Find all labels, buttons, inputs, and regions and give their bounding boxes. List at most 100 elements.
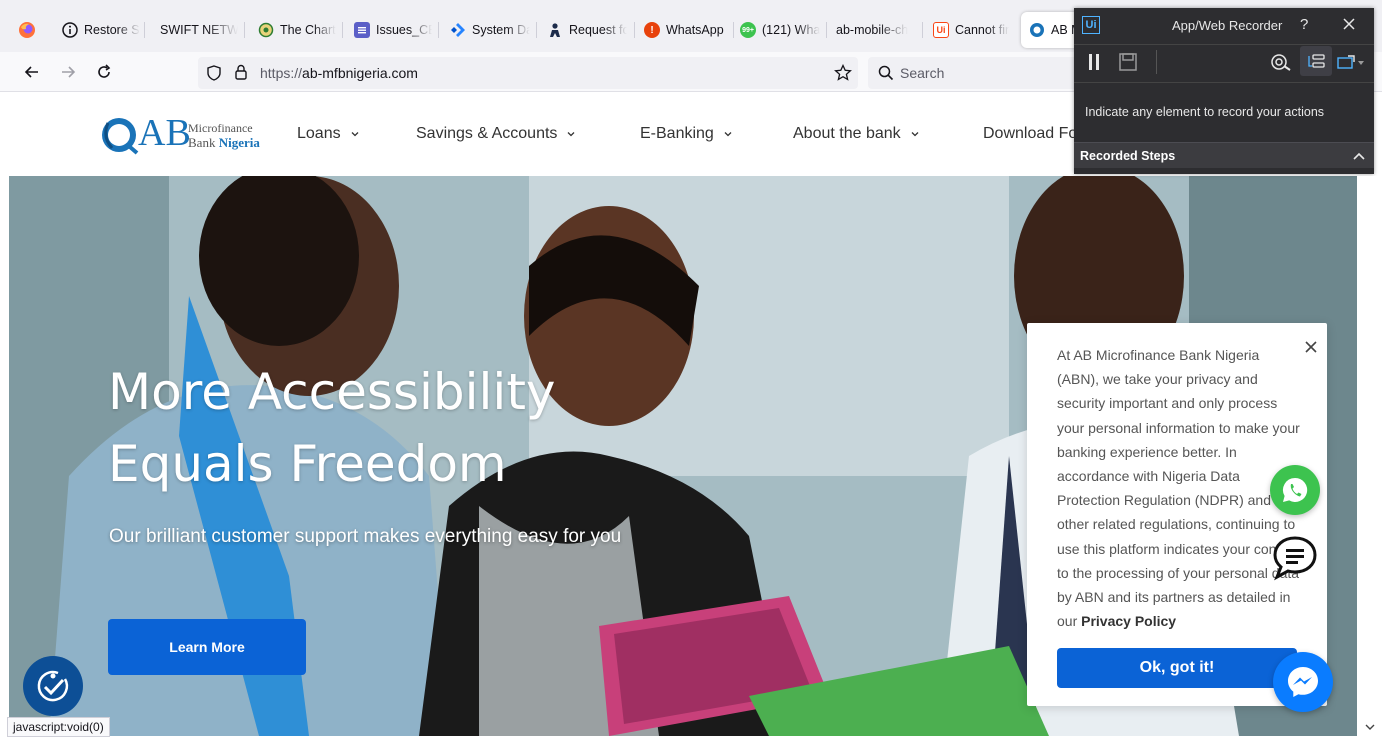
tab-separator [438,22,439,38]
logo-line2-bank: Bank [188,135,219,150]
teams-icon [354,22,370,38]
ab-logo-icon [1029,22,1045,38]
hero-title-line1: More Accessibility [108,363,556,421]
cookie-body: At AB Microfinance Bank Nigeria (ABN), w… [1057,347,1303,630]
search-placeholder: Search [900,65,945,81]
hero-title-line2: Equals Freedom [108,435,507,493]
privacy-policy-link[interactable]: Privacy Policy [1081,613,1176,629]
chevron-up-icon [1353,152,1365,160]
accessibility-icon [37,670,69,702]
tab-separator [634,22,635,38]
recorder-hint: Indicate any element to record your acti… [1085,105,1325,119]
ab-logo[interactable]: AB Microfinance Bank Nigeria [100,112,260,155]
menu-download-forms[interactable]: Download Fo [983,125,1077,143]
tab-separator [342,22,343,38]
tab-separator [826,22,827,38]
alert-icon: ! [644,22,660,38]
tab-restore-session[interactable]: Restore Se [58,12,140,48]
reload-icon [98,64,111,78]
logo-line2: Bank Nigeria [188,135,260,151]
pause-icon[interactable] [1087,52,1101,72]
chevron-down-icon [351,132,359,137]
bottom-strip [0,736,1357,744]
live-chat-button[interactable] [1270,532,1320,582]
vertical-scrollbar[interactable] [1357,176,1382,744]
help-button[interactable]: ? [1300,16,1308,33]
tab-separator [922,22,923,38]
menu-loans[interactable]: Loans [297,125,359,143]
chevron-down-icon [724,132,732,137]
shield-icon[interactable] [206,65,222,81]
chevron-down-icon [911,132,919,137]
app-web-recorder-panel: Ui App/Web Recorder ? Indicate any eleme… [1074,8,1374,174]
messenger-button[interactable] [1273,652,1333,712]
ab-globe-logo-icon [102,118,139,155]
accept-cookies-button[interactable]: Ok, got it! [1057,648,1297,688]
tab-swift-network[interactable]: SWIFT NETWC [156,12,238,48]
whatsapp-chat-button[interactable] [1270,465,1320,515]
tab-label: The Chart [280,23,336,37]
tab-cannot-find[interactable]: Ui Cannot fir [929,12,1013,48]
tab-whatsapp-alert[interactable]: ! WhatsApp [640,12,726,48]
bookmark-star-icon[interactable] [834,64,852,82]
menu-label: E-Banking [640,125,714,142]
jira-icon [450,22,466,38]
menu-about-the-bank[interactable]: About the bank [793,125,919,143]
url-host: ab-mfbnigeria.com [302,65,418,81]
arrow-left-icon [24,66,38,78]
accessibility-button[interactable] [23,656,83,716]
tab-label: Cannot fir [955,23,1010,37]
steps-view-toggle[interactable] [1300,46,1332,76]
logo-line1: Microfinance [188,121,253,135]
tab-label: SWIFT NETWC [160,23,238,37]
recorded-steps-header[interactable]: Recorded Steps [1074,142,1374,168]
tab-system-dashboard[interactable]: System Da [446,12,530,48]
save-icon[interactable] [1118,52,1138,72]
recorder-title: App/Web Recorder [1172,18,1283,33]
cookie-consent-popup: At AB Microfinance Bank Nigeria (ABN), w… [1027,323,1327,706]
logo-letters: AB [138,112,191,154]
menu-e-banking[interactable]: E-Banking [640,125,732,143]
tab-label: System Da [472,23,530,37]
tab-issues-cbi[interactable]: Issues_CBI [350,12,432,48]
output-options-icon[interactable] [1336,54,1366,72]
target-record-icon[interactable] [1270,52,1292,72]
tab-label: Issues_CBI [376,23,432,37]
tab-the-chart[interactable]: The Chart [254,12,336,48]
tab-request-form[interactable]: Request fo [543,12,627,48]
address-bar[interactable]: https://ab-mfbnigeria.com [198,57,858,89]
url-scheme: https:// [260,65,303,81]
messenger-icon [1288,667,1318,697]
tab-separator [733,22,734,38]
close-icon[interactable] [1303,339,1319,355]
tab-label: (121) Wha [762,23,820,37]
menu-label: Loans [297,125,341,142]
scroll-down-arrow-icon[interactable] [1365,723,1375,731]
chevron-down-icon [567,132,575,137]
tab-whatsapp-web[interactable]: 99+ (121) Wha [736,12,820,48]
search-input[interactable]: Search [868,57,1088,89]
hero-subtitle: Our brilliant customer support makes eve… [109,526,622,547]
back-button[interactable] [20,60,44,84]
uipath-icon: Ui [933,22,949,38]
recorded-steps-label: Recorded Steps [1080,149,1176,163]
cookie-message: At AB Microfinance Bank Nigeria (ABN), w… [1057,343,1303,633]
url-text[interactable]: https://ab-mfbnigeria.com [260,65,418,81]
learn-more-button[interactable]: Learn More [108,619,306,675]
menu-savings-accounts[interactable]: Savings & Accounts [416,125,575,143]
tab-ab-mobile[interactable]: ab-mobile-ch [832,12,916,48]
forward-button[interactable] [56,60,80,84]
arrow-right-icon [62,66,76,78]
logo-line2-nigeria: Nigeria [218,135,260,150]
firefox-menu-icon[interactable] [14,12,44,48]
reload-button[interactable] [92,60,116,84]
uipath-logo-icon: Ui [1082,16,1100,34]
whatsapp-icon [1282,477,1308,502]
divider [1156,50,1157,74]
info-icon [62,22,78,38]
menu-label: Savings & Accounts [416,125,558,142]
close-icon[interactable] [1342,17,1356,31]
tab-label: Request fo [569,23,627,37]
lock-icon[interactable] [234,64,248,80]
tab-label: ab-mobile-ch [836,23,909,37]
